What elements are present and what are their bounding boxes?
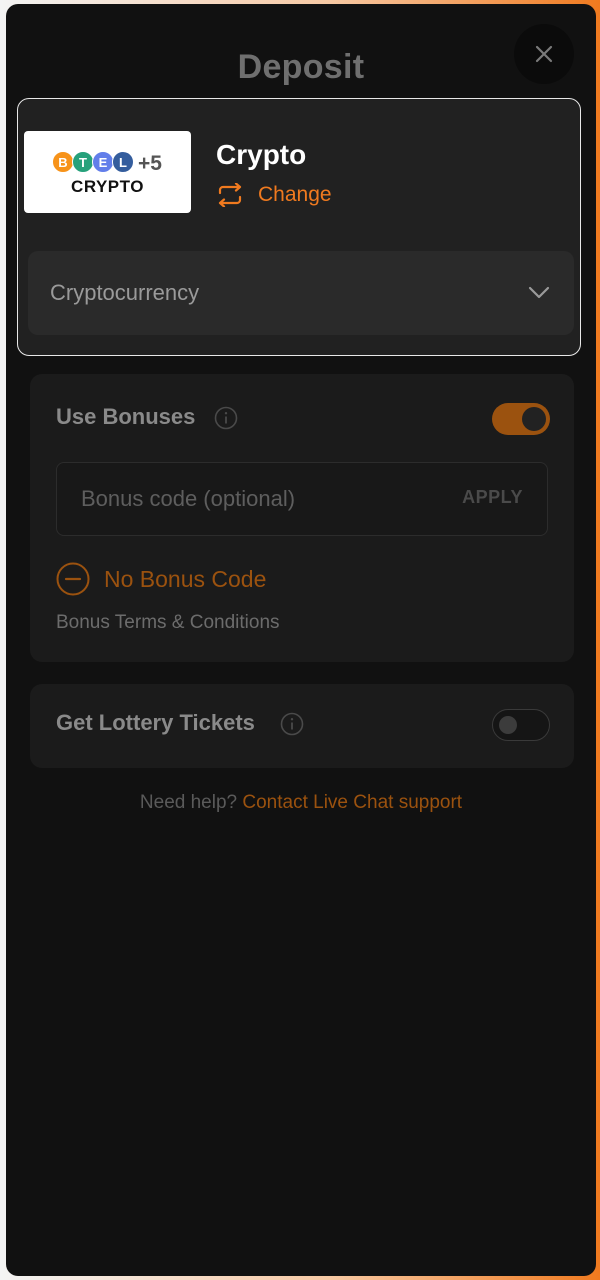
minus-circle-icon xyxy=(56,562,90,596)
use-bonuses-title: Use Bonuses xyxy=(56,404,196,429)
bonus-terms-link[interactable]: Bonus Terms & Conditions xyxy=(56,612,280,634)
tether-icon: T xyxy=(72,151,94,173)
lottery-card: Get Lottery Tickets xyxy=(30,684,574,768)
more-coins-count: +5 xyxy=(138,152,162,175)
payment-method-card: B T E L +5 CRYPTO Crypto Change Cryptocu… xyxy=(17,98,581,356)
swap-icon xyxy=(218,183,242,207)
crypto-logo: B T E L +5 CRYPTO xyxy=(24,131,191,213)
no-bonus-code-option[interactable]: No Bonus Code xyxy=(56,562,266,596)
lottery-toggle[interactable] xyxy=(492,709,550,741)
bitcoin-icon: B xyxy=(52,151,74,173)
bonus-code-input[interactable] xyxy=(57,463,437,535)
toggle-knob xyxy=(499,716,517,734)
page-title: Deposit xyxy=(237,48,365,86)
lottery-title: Get Lottery Tickets xyxy=(56,710,255,735)
change-label: Change xyxy=(258,183,332,206)
help-text: Need help? Contact Live Chat support xyxy=(6,792,596,814)
chevron-down-icon xyxy=(528,286,550,299)
ethereum-icon: E xyxy=(92,151,114,173)
no-bonus-code-label: No Bonus Code xyxy=(104,565,267,592)
close-icon xyxy=(535,45,553,63)
use-bonuses-toggle[interactable] xyxy=(492,403,550,435)
bonuses-card: Use Bonuses APPLY No Bonus Code Bonus Te… xyxy=(30,374,574,662)
toggle-knob xyxy=(522,407,546,431)
help-prefix: Need help? xyxy=(139,792,238,813)
change-method-link[interactable]: Change xyxy=(216,183,332,207)
bonus-code-field: APPLY xyxy=(56,462,548,536)
info-icon[interactable] xyxy=(280,712,304,736)
cryptocurrency-select-value: Cryptocurrency xyxy=(50,280,200,305)
close-button[interactable] xyxy=(514,24,574,84)
cryptocurrency-select[interactable]: Cryptocurrency xyxy=(28,251,574,335)
crypto-logo-text: CRYPTO xyxy=(71,177,144,196)
litecoin-icon: L xyxy=(112,151,134,173)
apply-button[interactable]: APPLY xyxy=(462,487,523,508)
live-chat-link[interactable]: Contact Live Chat support xyxy=(242,792,462,813)
deposit-modal: Deposit B T E L +5 CRYPTO Crypto Change xyxy=(6,4,596,1276)
info-icon[interactable] xyxy=(214,406,238,430)
coin-icons: B T E L xyxy=(52,151,142,175)
payment-method-name: Crypto xyxy=(216,139,307,170)
